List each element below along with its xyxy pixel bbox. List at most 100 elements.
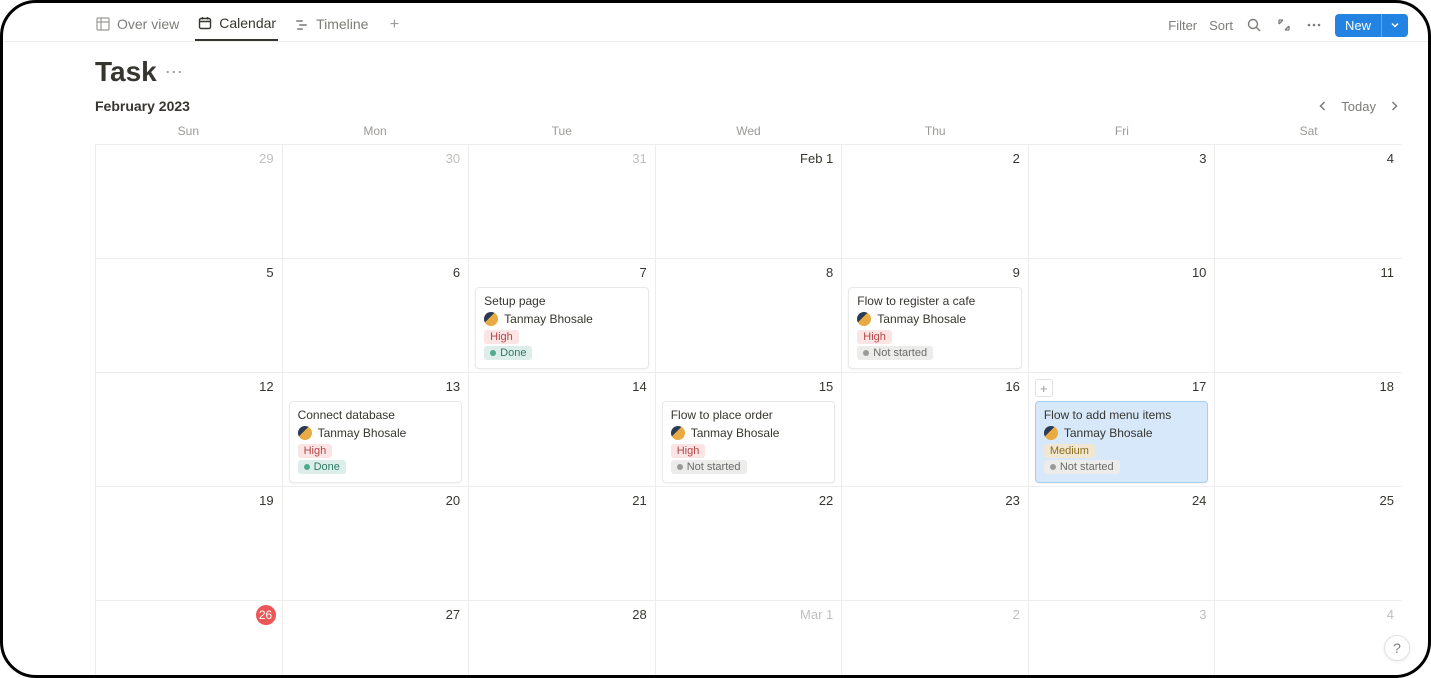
month-label: February 2023	[95, 98, 190, 114]
task-title: Setup page	[484, 294, 640, 308]
calendar-cell[interactable]: 31	[469, 145, 656, 259]
status-badge: Not started	[1044, 460, 1120, 474]
calendar-cell[interactable]: 19	[96, 487, 283, 601]
day-number: 23	[1005, 493, 1019, 508]
assignee-name: Tanmay Bhosale	[691, 426, 780, 440]
tab-calendar[interactable]: Calendar	[195, 9, 278, 41]
next-month-button[interactable]	[1386, 98, 1402, 114]
calendar-cell[interactable]: 17+Flow to add menu itemsTanmay BhosaleM…	[1029, 373, 1216, 487]
calendar-cell[interactable]: 26	[96, 601, 283, 678]
title-more-icon[interactable]: ⋯	[165, 62, 183, 83]
add-task-button[interactable]: +	[1035, 379, 1053, 397]
task-assignee: Tanmay Bhosale	[484, 312, 640, 326]
calendar-cell[interactable]: 15Flow to place orderTanmay BhosaleHighN…	[656, 373, 843, 487]
filter-button[interactable]: Filter	[1168, 18, 1197, 33]
dow-thu: Thu	[842, 120, 1029, 144]
calendar-cell[interactable]: 11	[1215, 259, 1402, 373]
assignee-name: Tanmay Bhosale	[1064, 426, 1153, 440]
day-number: 26	[256, 605, 276, 625]
task-card[interactable]: Flow to add menu itemsTanmay BhosaleMedi…	[1035, 401, 1209, 483]
day-number: 3	[1199, 151, 1206, 166]
tab-timeline-label: Timeline	[316, 16, 368, 32]
calendar-cell[interactable]: 6	[283, 259, 470, 373]
dow-tue: Tue	[468, 120, 655, 144]
day-number: 8	[826, 265, 833, 280]
status-badge: Done	[298, 460, 346, 474]
status-label: Not started	[687, 461, 741, 473]
calendar-cell[interactable]: 22	[656, 487, 843, 601]
search-icon[interactable]	[1245, 16, 1263, 34]
sort-button[interactable]: Sort	[1209, 18, 1233, 33]
status-dot-icon	[1050, 464, 1056, 470]
calendar-cell[interactable]: 10	[1029, 259, 1216, 373]
status-badge: Not started	[671, 460, 747, 474]
calendar-cell[interactable]: 20	[283, 487, 470, 601]
tab-overview[interactable]: Over view	[93, 10, 181, 40]
day-number: 30	[446, 151, 460, 166]
calendar-cell[interactable]: 28	[469, 601, 656, 678]
calendar-cell[interactable]: 14	[469, 373, 656, 487]
status-dot-icon	[304, 464, 310, 470]
calendar-cell[interactable]: 23	[842, 487, 1029, 601]
calendar-cell[interactable]: 4	[1215, 145, 1402, 259]
dow-fri: Fri	[1029, 120, 1216, 144]
calendar-cell[interactable]: 2	[842, 601, 1029, 678]
day-number: 12	[259, 379, 273, 394]
calendar-cell[interactable]: 21	[469, 487, 656, 601]
day-number: 5	[266, 265, 273, 280]
calendar-cell[interactable]: 24	[1029, 487, 1216, 601]
task-card[interactable]: Flow to place orderTanmay BhosaleHighNot…	[662, 401, 836, 483]
calendar-cell[interactable]: 2	[842, 145, 1029, 259]
calendar-cell[interactable]: 9 Flow to register a cafeTanmay BhosaleHi…	[842, 259, 1029, 373]
calendar-cell[interactable]: 8	[656, 259, 843, 373]
calendar-cell[interactable]: 12	[96, 373, 283, 487]
day-number: 4	[1387, 151, 1394, 166]
calendar-cell[interactable]: 27	[283, 601, 470, 678]
day-number: 11	[1380, 265, 1394, 280]
task-card[interactable]: Connect databaseTanmay BhosaleHighDone	[289, 401, 463, 483]
status-badge: Not started	[857, 346, 933, 360]
prev-month-button[interactable]	[1315, 98, 1331, 114]
day-number: 20	[446, 493, 460, 508]
calendar-cell[interactable]: 18	[1215, 373, 1402, 487]
priority-badge: High	[671, 444, 706, 458]
calendar-cell[interactable]: 16	[842, 373, 1029, 487]
calendar-cell[interactable]: 30	[283, 145, 470, 259]
new-button-chevron[interactable]	[1381, 14, 1408, 37]
day-number: 28	[632, 607, 646, 622]
calendar-cell[interactable]: 13 Connect databaseTanmay BhosaleHighDone	[283, 373, 470, 487]
add-view-button[interactable]: +	[384, 15, 404, 35]
day-number: 31	[632, 151, 646, 166]
calendar-cell[interactable]: Feb 1	[656, 145, 843, 259]
priority-badge: High	[857, 330, 892, 344]
calendar-cell[interactable]: 3	[1029, 145, 1216, 259]
day-number: 13	[446, 379, 460, 394]
today-button[interactable]: Today	[1341, 99, 1376, 114]
calendar-cell[interactable]: 3	[1029, 601, 1216, 678]
dow-wed: Wed	[655, 120, 842, 144]
calendar-cell[interactable]: 29	[96, 145, 283, 259]
assignee-name: Tanmay Bhosale	[318, 426, 407, 440]
avatar-icon	[298, 426, 312, 440]
expand-icon[interactable]	[1275, 16, 1293, 34]
more-icon[interactable]	[1305, 16, 1323, 34]
help-button[interactable]: ?	[1384, 635, 1410, 661]
dow-mon: Mon	[282, 120, 469, 144]
calendar-cell[interactable]: 7Setup pageTanmay BhosaleHighDone	[469, 259, 656, 373]
calendar-cell[interactable]: 25	[1215, 487, 1402, 601]
task-card[interactable]: Setup page Tanmay Bhosale High Done	[475, 287, 649, 369]
day-number: 18	[1380, 379, 1394, 394]
task-assignee: Tanmay Bhosale	[671, 426, 827, 440]
task-card[interactable]: Flow to register a cafeTanmay BhosaleHig…	[848, 287, 1022, 369]
tab-timeline[interactable]: Timeline	[292, 10, 370, 40]
calendar-cell[interactable]: 4	[1215, 601, 1402, 678]
calendar-cell[interactable]: 5	[96, 259, 283, 373]
assignee-name: Tanmay Bhosale	[504, 312, 593, 326]
day-number: 9	[1013, 265, 1020, 280]
priority-badge: High	[484, 330, 519, 344]
new-button[interactable]: New	[1335, 14, 1408, 37]
calendar-cell[interactable]: Mar 1	[656, 601, 843, 678]
timeline-icon	[294, 16, 310, 32]
status-badge: Done	[484, 346, 532, 360]
tab-overview-label: Over view	[117, 16, 179, 32]
